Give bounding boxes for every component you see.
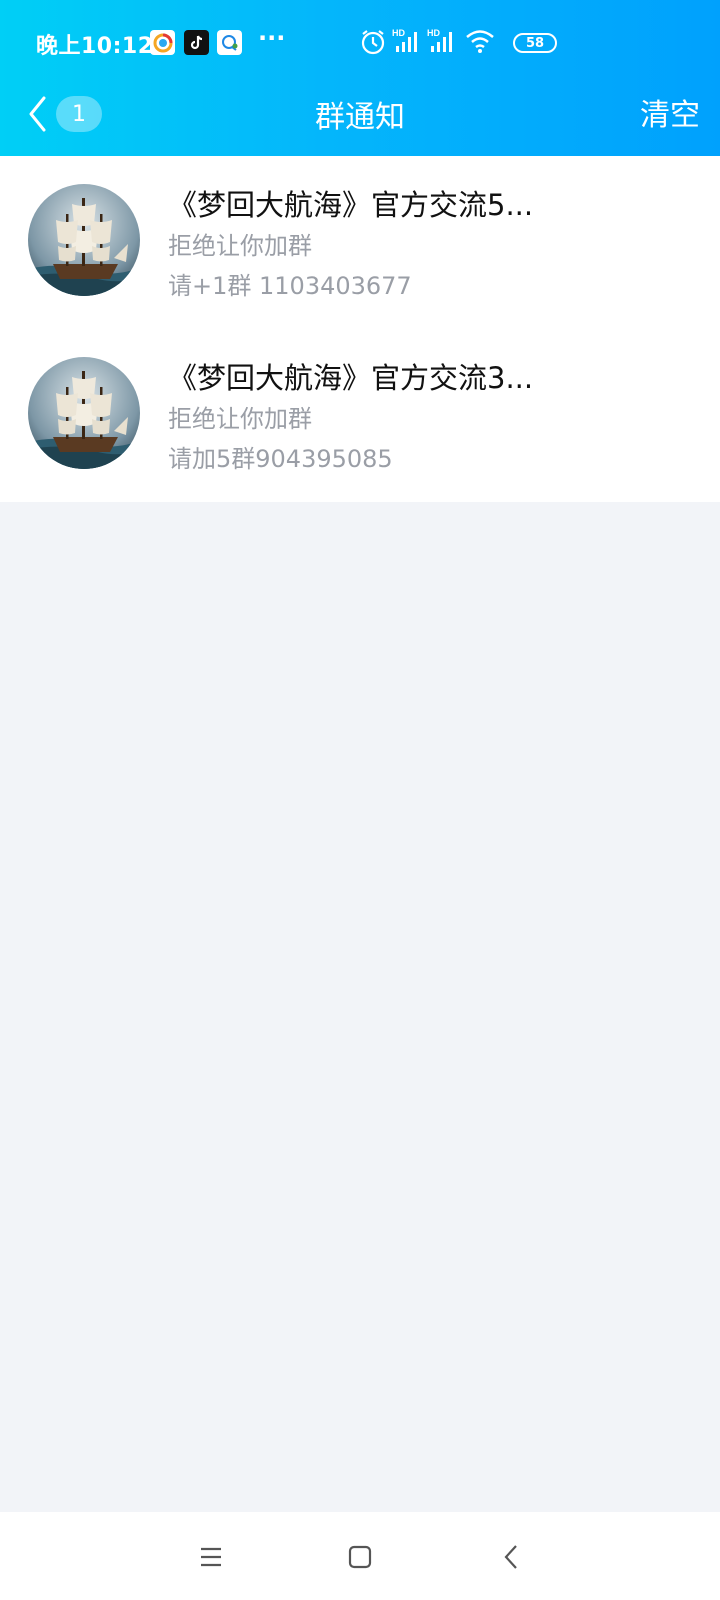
system-nav-bar (0, 1512, 720, 1600)
back-icon[interactable] (486, 1532, 536, 1582)
tiktok-app-icon (184, 30, 209, 55)
notification-status: 拒绝让你加群 (168, 405, 312, 433)
browser-app-icon (150, 30, 175, 55)
clear-button[interactable]: 清空 (640, 90, 700, 134)
notification-title: 《梦回大航海》官方交流3... (168, 361, 534, 395)
battery-level: 58 (525, 35, 545, 51)
notification-message: 请加5群904395085 (168, 445, 393, 473)
battery-indicator: 58 (513, 33, 557, 53)
header: 晚上10:12 ··· HD HD 58 1 群通知 清空 (0, 0, 720, 156)
notification-list: 《梦回大航海》官方交流5... 拒绝让你加群 请+1群 1103403677 《… (0, 156, 720, 502)
menu-icon[interactable] (186, 1532, 236, 1582)
signal-icon-2: HD (427, 28, 459, 60)
list-item[interactable]: 《梦回大航海》官方交流5... 拒绝让你加群 请+1群 1103403677 (0, 156, 720, 329)
sailing-ship-icon[interactable] (28, 184, 140, 296)
sailing-ship-icon[interactable] (28, 357, 140, 469)
status-bar: 晚上10:12 ··· HD HD 58 (0, 0, 720, 86)
signal-icon: HD (392, 28, 424, 60)
wifi-icon (465, 28, 495, 58)
chat-app-icon (217, 30, 242, 55)
notification-message: 请+1群 1103403677 (168, 272, 412, 300)
list-item[interactable]: 《梦回大航海》官方交流3... 拒绝让你加群 请加5群904395085 (0, 329, 720, 502)
notification-title: 《梦回大航海》官方交流5... (168, 188, 534, 222)
alarm-icon (360, 28, 386, 60)
status-time: 晚上10:12 (36, 34, 154, 59)
hd-label: HD (392, 28, 405, 38)
status-more-icon: ··· (258, 24, 286, 52)
hd-label-2: HD (427, 28, 440, 38)
page-title: 群通知 (315, 100, 405, 135)
nav-bar: 1 群通知 清空 (0, 80, 720, 156)
home-icon[interactable] (335, 1532, 385, 1582)
notification-status: 拒绝让你加群 (168, 232, 312, 260)
